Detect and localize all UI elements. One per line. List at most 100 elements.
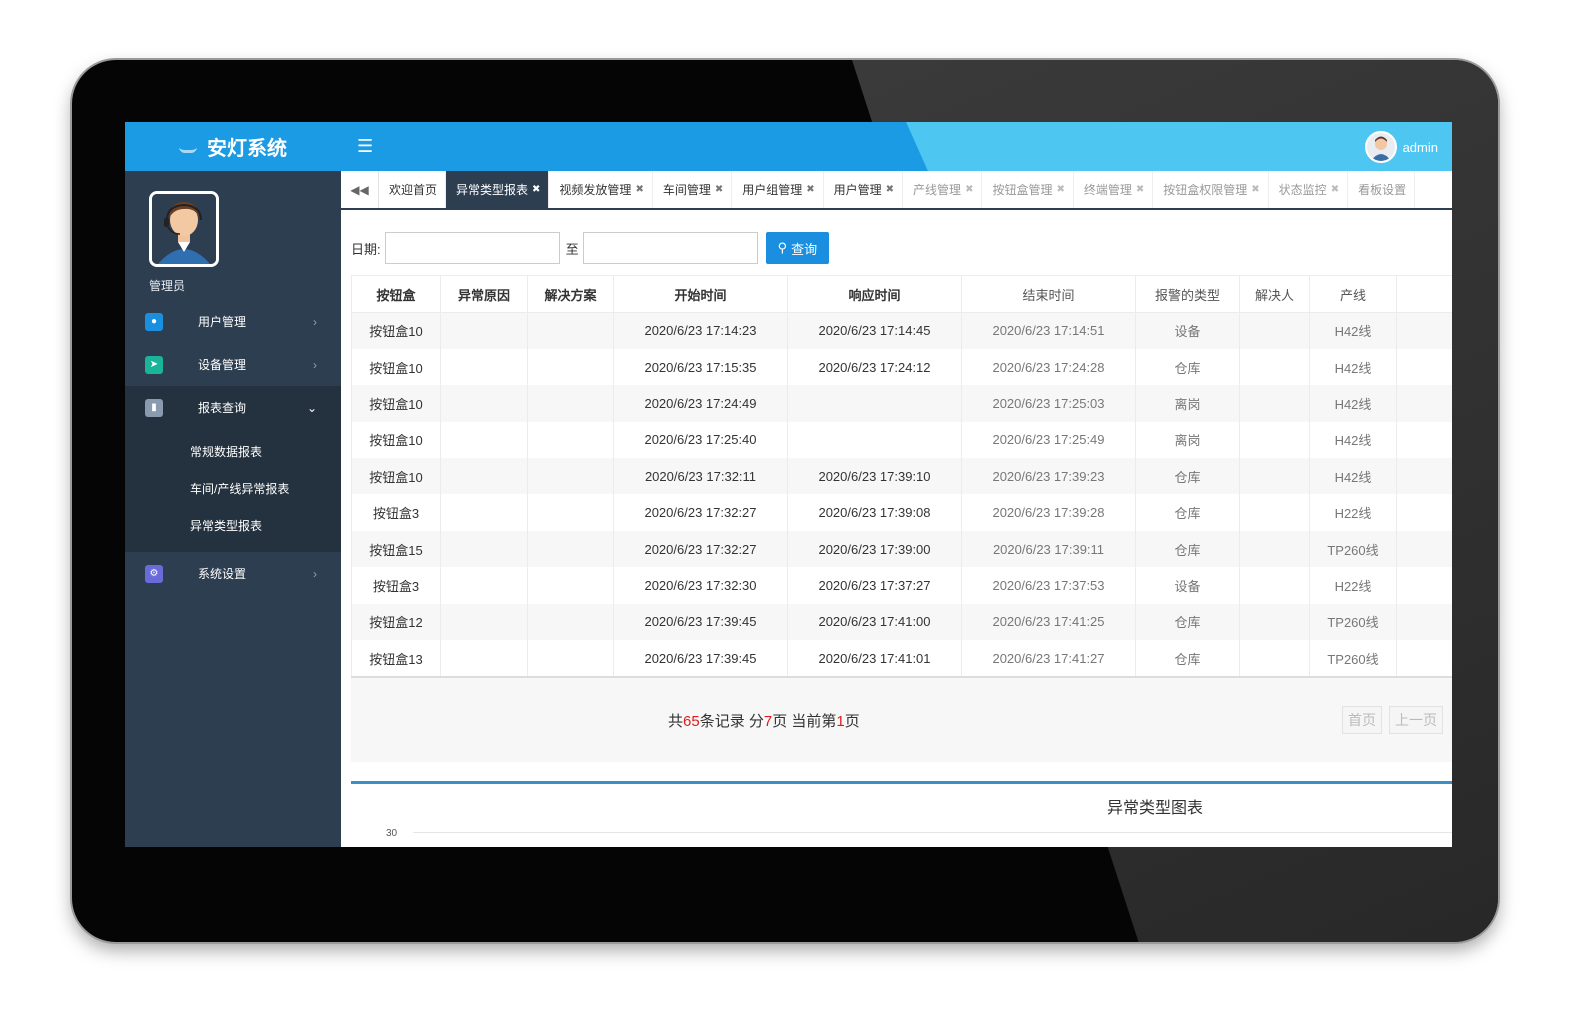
table-cell: H42线 — [1309, 458, 1397, 495]
gear-icon: ⚙ — [145, 564, 163, 583]
close-icon[interactable]: ✖ — [715, 184, 723, 195]
tab-label: 状态监控 — [1278, 183, 1327, 197]
table-row[interactable]: 按钮盒3 2020/6/23 17:32:27 2020/6/23 17:39:08… — [351, 494, 1452, 531]
table-row[interactable]: 按钮盒10 2020/6/23 17:14:23 2020/6/23 17:14:4… — [351, 312, 1452, 349]
tab-button-box-management[interactable]: 按钮盒管理 ✖ — [982, 171, 1074, 208]
table-cell: H22线 — [1309, 494, 1397, 531]
submenu-item-anomaly-type-report[interactable]: 异常类型报表 — [125, 507, 341, 544]
table-cell: H42线 — [1309, 421, 1397, 459]
close-icon[interactable]: ✖ — [1136, 184, 1144, 195]
table-cell: 按钮盒10 — [351, 458, 441, 495]
avatar — [1364, 131, 1397, 163]
close-icon[interactable]: ✖ — [635, 184, 643, 195]
tab-label: 车间管理 — [662, 183, 711, 197]
profile-avatar — [149, 191, 219, 267]
pager-prefix: 共 — [668, 713, 684, 730]
sidebar-item-system-settings[interactable]: ⚙ 系统设置 › — [125, 552, 341, 595]
tab-workshop-management[interactable]: 车间管理 ✖ — [653, 171, 733, 208]
tablet-frame: 安灯系统 ☰ admin 管理员 ● 用户管理 › ➤ 设备管理 › ▮ 报表查… — [72, 60, 1498, 942]
first-page-button[interactable]: 首页 — [1342, 706, 1382, 734]
tab-line-management[interactable]: 产线管理 ✖ — [903, 171, 983, 208]
column-header[interactable]: 报警的类型 — [1135, 275, 1240, 313]
close-icon[interactable]: ✖ — [532, 184, 540, 195]
close-icon[interactable]: ✖ — [1331, 184, 1339, 195]
tab-user-management[interactable]: 用户管理 ✖ — [824, 171, 904, 208]
close-icon[interactable]: ✖ — [1251, 184, 1259, 195]
column-header[interactable]: 解决人 — [1239, 275, 1310, 313]
sidebar-item-label: 系统设置 — [198, 567, 247, 581]
column-header[interactable]: 按钮盒 — [351, 275, 441, 313]
table-cell-empty — [1396, 530, 1452, 568]
current-page: 1 — [836, 713, 845, 730]
column-header[interactable]: 解决方案 — [527, 275, 614, 313]
pager-mid1: 条记录 分 — [699, 713, 764, 730]
tab-label: 产线管理 — [913, 183, 962, 197]
sidebar-item-report-query[interactable]: ▮ 报表查询 ⌄ — [125, 386, 341, 429]
table-cell — [527, 567, 614, 604]
table-cell-empty — [1396, 385, 1452, 422]
top-bar: 安灯系统 ☰ admin — [125, 122, 1452, 171]
column-header[interactable]: 产线 — [1309, 275, 1397, 313]
end-date-input[interactable] — [582, 232, 758, 264]
tab-button-box-permission[interactable]: 按钮盒权限管理 ✖ — [1153, 171, 1269, 208]
table-row[interactable]: 按钮盒10 2020/6/23 17:32:11 2020/6/23 17:39:1… — [351, 458, 1452, 495]
tab-user-group-management[interactable]: 用户组管理 ✖ — [732, 171, 824, 208]
close-icon[interactable]: ✖ — [965, 184, 973, 195]
table-cell: 仓库 — [1135, 603, 1240, 641]
tab-label: 异常类型报表 — [456, 183, 529, 197]
chevron-right-icon: › — [313, 566, 317, 581]
to-label: 至 — [565, 241, 579, 257]
column-header[interactable]: 开始时间 — [613, 275, 788, 313]
close-icon[interactable]: ✖ — [1056, 184, 1064, 195]
table-cell — [527, 312, 614, 349]
column-header[interactable]: 响应时间 — [787, 275, 962, 313]
column-header[interactable]: 异常原因 — [440, 275, 528, 313]
table-row[interactable]: 按钮盒13 2020/6/23 17:39:45 2020/6/23 17:41:0… — [351, 640, 1452, 677]
tab-video-management[interactable]: 视频发放管理 ✖ — [549, 171, 653, 208]
report-table: 按钮盒 异常原因 解决方案 开始时间 响应时间 结束时间 报警的类型 解决人 产… — [351, 275, 1452, 677]
table-cell — [440, 312, 528, 349]
table-row[interactable]: 按钮盒12 2020/6/23 17:39:45 2020/6/23 17:41:0… — [351, 603, 1452, 641]
sidebar-item-device-management[interactable]: ➤ 设备管理 › — [125, 343, 341, 386]
tab-terminal-management[interactable]: 终端管理 ✖ — [1074, 171, 1154, 208]
tab-scroll-left-icon[interactable]: ◀◀ — [341, 171, 379, 208]
table-cell: 2020/6/23 17:41:00 — [787, 603, 962, 641]
close-icon[interactable]: ✖ — [886, 184, 894, 195]
close-icon[interactable]: ✖ — [806, 184, 814, 195]
tab-welcome[interactable]: 欢迎首页 — [379, 171, 447, 208]
tab-bar: ◀◀ 欢迎首页 异常类型报表 ✖ 视频发放管理 ✖ 车间管理 ✖ 用户组管理 ✖ 用户管… — [341, 171, 1452, 210]
user-icon: ● — [145, 312, 163, 331]
sidebar: 管理员 ● 用户管理 › ➤ 设备管理 › ▮ 报表查询 ⌄ 常规数据报表 车间… — [125, 171, 341, 847]
table-cell: 2020/6/23 17:37:53 — [961, 567, 1136, 604]
query-button[interactable]: ⚲ 查询 — [765, 232, 830, 264]
tab-label: 终端管理 — [1083, 183, 1132, 197]
table-cell: 2020/6/23 17:41:27 — [961, 640, 1136, 677]
table-cell: 按钮盒15 — [351, 530, 441, 568]
table-row[interactable]: 按钮盒10 2020/6/23 17:15:35 2020/6/23 17:24:1… — [351, 348, 1452, 386]
table-cell — [440, 567, 528, 604]
submenu-item-regular-report[interactable]: 常规数据报表 — [125, 433, 341, 470]
tab-anomaly-type-report[interactable]: 异常类型报表 ✖ — [446, 171, 550, 208]
prev-page-button[interactable]: 上一页 — [1389, 706, 1443, 734]
sidebar-item-user-management[interactable]: ● 用户管理 › — [125, 300, 341, 343]
table-row[interactable]: 按钮盒10 2020/6/23 17:25:40 2020/6/23 17:25:4… — [351, 421, 1452, 459]
tab-board-settings[interactable]: 看板设置 — [1348, 171, 1416, 208]
table-row[interactable]: 按钮盒3 2020/6/23 17:32:30 2020/6/23 17:37:27… — [351, 567, 1452, 604]
start-date-input[interactable] — [384, 232, 560, 264]
table-cell-empty — [1396, 603, 1452, 641]
tab-label: 用户组管理 — [742, 183, 803, 197]
table-row[interactable]: 按钮盒15 2020/6/23 17:32:27 2020/6/23 17:39:0… — [351, 530, 1452, 568]
table-cell — [527, 421, 614, 459]
table-cell: 2020/6/23 17:41:25 — [961, 603, 1136, 641]
column-header[interactable]: 结束时间 — [961, 275, 1136, 313]
menu-toggle-icon[interactable]: ☰ — [357, 136, 373, 157]
tab-status-monitor[interactable]: 状态监控 ✖ — [1269, 171, 1349, 208]
table-cell-empty — [1396, 640, 1452, 677]
table-cell — [440, 421, 528, 459]
user-menu[interactable]: admin — [1364, 131, 1438, 163]
table-row[interactable]: 按钮盒10 2020/6/23 17:24:49 2020/6/23 17:25:0… — [351, 385, 1452, 422]
table-cell — [787, 385, 962, 422]
submenu-item-line-anomaly-report[interactable]: 车间/产线异常报表 — [125, 470, 341, 507]
table-cell: 仓库 — [1135, 348, 1240, 386]
table-cell — [440, 640, 528, 677]
